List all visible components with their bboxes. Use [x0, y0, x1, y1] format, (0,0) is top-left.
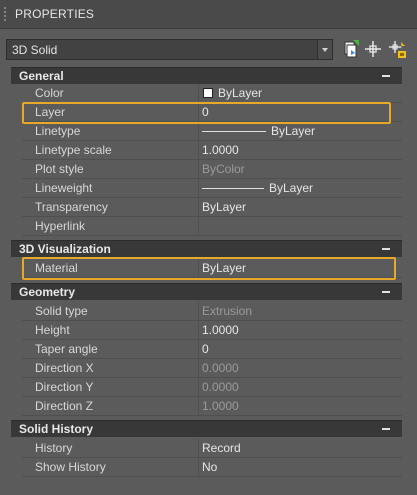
property-row-transparency[interactable]: Transparency ByLayer [11, 198, 402, 217]
property-row-hyperlink[interactable]: Hyperlink [11, 217, 402, 236]
collapse-icon[interactable] [382, 291, 390, 293]
property-label: Solid type [35, 304, 88, 318]
property-label: Height [35, 323, 70, 337]
property-row-taper-angle[interactable]: Taper angle 0 [11, 340, 402, 359]
section-solid-history-header[interactable]: Solid History [11, 420, 402, 437]
property-value: 1.0000 [202, 323, 239, 337]
color-swatch-icon [203, 88, 213, 98]
property-label: Show History [35, 460, 106, 474]
property-row-layer[interactable]: Layer 0 [11, 103, 402, 122]
section-solid-history-title: Solid History [19, 422, 94, 436]
property-value: ByLayer [202, 200, 247, 214]
property-value: 0 [202, 342, 209, 356]
object-type-value: 3D Solid [12, 43, 58, 57]
property-value: ByLayer [269, 181, 314, 195]
properties-grid: General Color ByLayer Layer 0 Linetype B… [11, 67, 402, 479]
section-visualization-title: 3D Visualization [19, 242, 111, 256]
collapse-icon[interactable] [382, 75, 390, 77]
toggle-pickadd-icon [344, 40, 359, 58]
property-row-solid-type[interactable]: Solid type Extrusion [11, 302, 402, 321]
property-row-linetype-scale[interactable]: Linetype scale 1.0000 [11, 141, 402, 160]
property-value: ByLayer [271, 124, 316, 138]
property-label: Direction Y [35, 380, 94, 394]
property-value: 1.0000 [202, 399, 239, 413]
property-label: Linetype scale [35, 143, 112, 157]
property-value: 0.0000 [202, 380, 239, 394]
property-value: Extrusion [202, 304, 253, 318]
property-row-direction-z[interactable]: Direction Z 1.0000 [11, 397, 402, 416]
property-row-lineweight[interactable]: Lineweight ByLayer [11, 179, 402, 198]
lineweight-sample [202, 188, 264, 189]
quick-select-button[interactable] [387, 38, 409, 60]
property-row-show-history[interactable]: Show History No [11, 458, 402, 477]
section-general-header[interactable]: General [11, 67, 402, 84]
property-label: Plot style [35, 162, 84, 176]
property-value: ByColor [202, 162, 245, 176]
property-label: Hyperlink [35, 219, 86, 233]
property-label: Layer [35, 105, 66, 119]
property-row-height[interactable]: Height 1.0000 [11, 321, 402, 340]
property-label: Linetype [35, 124, 81, 138]
property-row-direction-y[interactable]: Direction Y 0.0000 [11, 378, 402, 397]
property-value: ByLayer [202, 261, 247, 275]
collapse-icon[interactable] [382, 428, 390, 430]
section-general-title: General [19, 69, 64, 83]
property-row-plot-style[interactable]: Plot style ByColor [11, 160, 402, 179]
property-label: Lineweight [35, 181, 93, 195]
toggle-pickadd-button[interactable] [340, 38, 362, 60]
property-label: History [35, 441, 73, 455]
property-value: 0.0000 [202, 361, 239, 375]
quick-select-icon [389, 41, 406, 58]
property-value: 1.0000 [202, 143, 239, 157]
chevron-down-icon[interactable] [317, 40, 332, 59]
properties-toolbar: 3D Solid [0, 29, 417, 67]
property-label: Taper angle [35, 342, 98, 356]
property-row-history[interactable]: History Record [11, 439, 402, 458]
property-value: ByLayer [218, 86, 263, 100]
object-type-dropdown[interactable]: 3D Solid [6, 39, 333, 60]
property-label: Direction Z [35, 399, 94, 413]
linetype-sample [202, 131, 266, 132]
property-row-linetype[interactable]: Linetype ByLayer [11, 122, 402, 141]
section-geometry-header[interactable]: Geometry [11, 283, 402, 300]
select-objects-icon [365, 41, 381, 57]
palette-titlebar[interactable]: PROPERTIES [0, 0, 417, 29]
property-label: Direction X [35, 361, 94, 375]
property-label: Color [35, 86, 64, 100]
property-value: 0 [202, 105, 209, 119]
property-label: Material [35, 261, 78, 275]
palette-grip[interactable] [3, 6, 7, 22]
property-value: No [202, 460, 218, 474]
collapse-icon[interactable] [382, 248, 390, 250]
property-row-material[interactable]: Material ByLayer [11, 259, 402, 278]
property-row-direction-x[interactable]: Direction X 0.0000 [11, 359, 402, 378]
select-objects-button[interactable] [362, 38, 384, 60]
palette-title: PROPERTIES [15, 7, 95, 21]
property-row-color[interactable]: Color ByLayer [11, 84, 402, 103]
property-label: Transparency [35, 200, 108, 214]
section-visualization-header[interactable]: 3D Visualization [11, 240, 402, 257]
property-value: Record [202, 441, 241, 455]
section-geometry-title: Geometry [19, 285, 76, 299]
